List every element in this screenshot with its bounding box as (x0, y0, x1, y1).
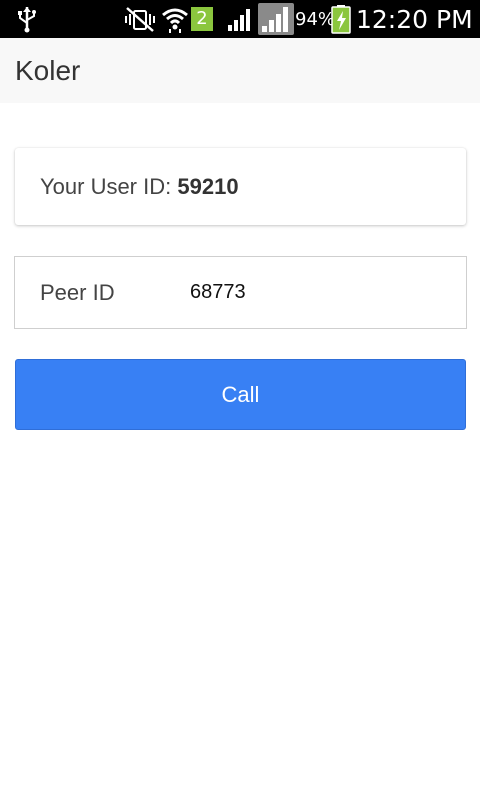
battery-charging-icon (331, 0, 351, 38)
user-id-value: 59210 (177, 174, 239, 199)
usb-icon (15, 0, 39, 38)
peer-id-input[interactable] (190, 272, 450, 312)
user-id-label: Your User ID: (40, 174, 172, 199)
peer-id-label: Peer ID (40, 280, 115, 305)
user-id-card: Your User ID: 59210 (15, 148, 466, 225)
wifi-icon (160, 0, 190, 38)
signal-icon (258, 0, 294, 38)
status-time: 12:20 PM (356, 4, 473, 34)
call-button[interactable]: Call (15, 359, 466, 430)
signal-icon (226, 0, 254, 38)
user-id-text: Your User ID: 59210 (40, 148, 239, 225)
battery-percent: 94% (295, 8, 336, 30)
mute-vibrate-icon (124, 0, 156, 38)
app-title: Koler (15, 55, 81, 86)
status-bar: 2 94% 12:20 PM (0, 0, 480, 38)
app-bar: Koler (0, 38, 480, 103)
wifi-badge: 2 (191, 0, 213, 38)
peer-id-row: Peer ID (14, 256, 467, 329)
